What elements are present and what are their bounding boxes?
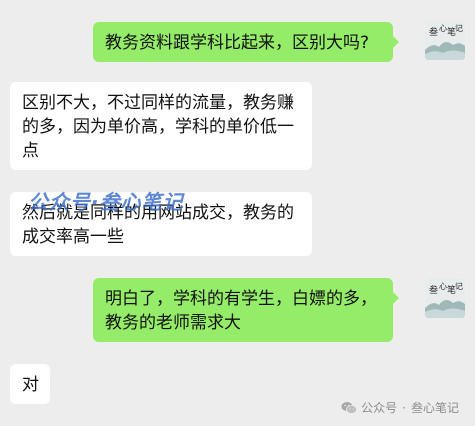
avatar-image: 叁 心 笔 记 <box>425 278 465 318</box>
footer-separator: · <box>402 400 406 415</box>
message-text: 区别不大，不过同样的流量，教务赚的多，因为单价高，学科的单价低一点 <box>22 93 294 161</box>
svg-text:心: 心 <box>439 282 447 291</box>
chat-area: 教务资料跟学科比起来，区别大吗? 叁 心 笔 记 区别不大，不过同样的流量，教务… <box>0 0 475 426</box>
wechat-icon <box>341 401 358 414</box>
svg-text:叁: 叁 <box>429 284 438 296</box>
footer-attribution: 公众号 · 叁心笔记 <box>341 399 459 416</box>
avatar-image: 叁 心 笔 记 <box>425 20 465 60</box>
avatar[interactable]: 叁 心 笔 记 <box>425 278 465 318</box>
footer-account: 叁心笔记 <box>410 401 459 415</box>
svg-text:心: 心 <box>439 24 447 33</box>
svg-text:记: 记 <box>455 24 463 33</box>
avatar[interactable]: 叁 心 笔 记 <box>425 20 465 60</box>
footer-platform: 公众号 <box>361 401 398 415</box>
message-text: 教务资料跟学科比起来，区别大吗? <box>105 33 370 53</box>
message-text: 明白了，学科的有学生，白嫖的多，教务的老师需求大 <box>105 289 377 333</box>
message-text: 对 <box>22 375 39 395</box>
message-bubble-incoming[interactable]: 对 <box>10 364 50 404</box>
message-bubble-outgoing[interactable]: 教务资料跟学科比起来，区别大吗? <box>93 22 399 62</box>
svg-text:记: 记 <box>455 282 463 291</box>
message-bubble-incoming[interactable]: 然后就是同样的用网站成交，教务的成交率高一些 <box>10 192 312 256</box>
message-bubble-incoming[interactable]: 区别不大，不过同样的流量，教务赚的多，因为单价高，学科的单价低一点 <box>10 82 312 170</box>
message-text: 然后就是同样的用网站成交，教务的成交率高一些 <box>22 203 294 247</box>
message-bubble-outgoing[interactable]: 明白了，学科的有学生，白嫖的多，教务的老师需求大 <box>93 278 399 342</box>
svg-text:叁: 叁 <box>429 26 438 38</box>
